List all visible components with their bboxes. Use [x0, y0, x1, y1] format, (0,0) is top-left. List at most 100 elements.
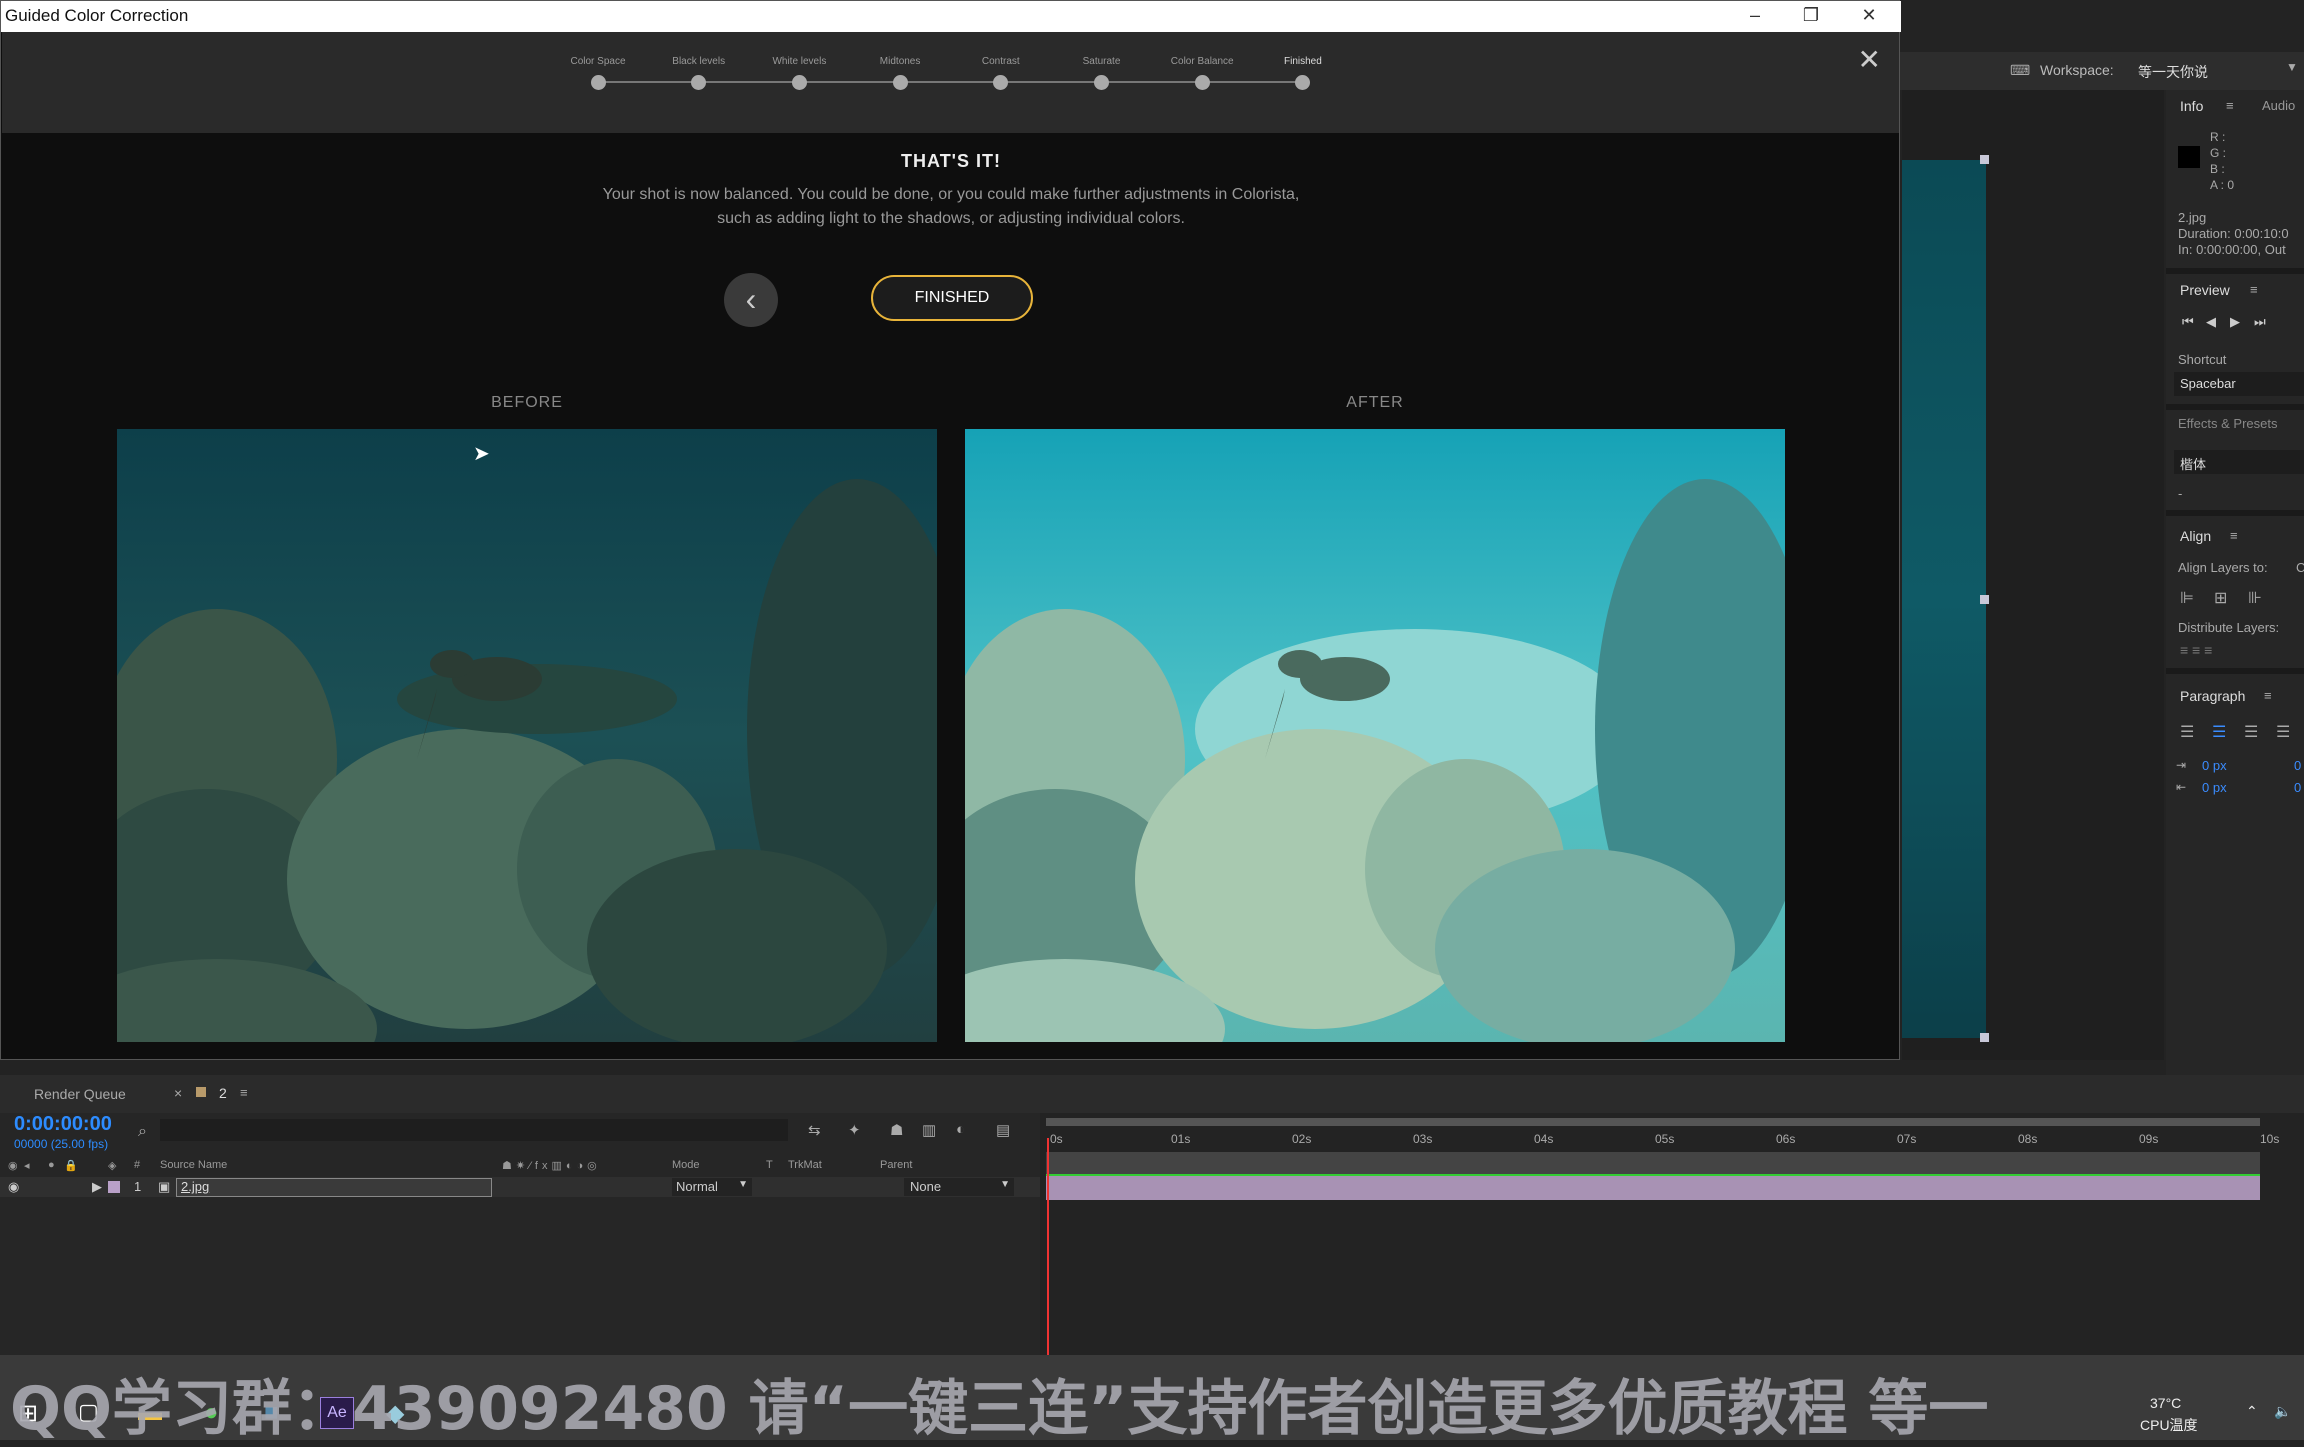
col-num: # [134, 1159, 141, 1171]
space-before-value[interactable]: 0 [2294, 758, 2301, 773]
step-contrast[interactable]: Contrast [951, 56, 1051, 90]
step-dot [791, 75, 807, 90]
shy-icon[interactable]: ☗ [890, 1121, 903, 1139]
eye-icon[interactable]: ◉ [8, 1159, 18, 1172]
first-frame-icon[interactable]: ⏮ [2182, 314, 2194, 330]
menu-icon[interactable]: ≡ [2230, 528, 2238, 543]
justify-right-icon[interactable]: ☰ [2244, 722, 2258, 742]
expand-icon[interactable]: ▶ [92, 1179, 102, 1195]
layer-row[interactable]: ◉ ▶ 1 ▣ 2.jpg Normal ▼ None ▼ [0, 1177, 1040, 1197]
step-label: Finished [1283, 56, 1322, 67]
label-icon[interactable]: ◈ [108, 1159, 116, 1172]
workspace-select[interactable]: 等一天你说 [2138, 62, 2208, 82]
transform-handle[interactable] [1980, 155, 1989, 164]
align-left-icon[interactable]: ⊫ [2180, 588, 2194, 608]
step-white-levels[interactable]: White levels [749, 56, 849, 90]
workspace-icon[interactable]: ⌨ [2010, 62, 2030, 79]
timecode[interactable]: 0:00:00:00 [14, 1113, 112, 1136]
step-black-levels[interactable]: Black levels [649, 56, 749, 90]
effects-title: Effects & Presets [2178, 416, 2278, 431]
solo-icon[interactable]: ● [48, 1159, 55, 1171]
align-center-icon[interactable]: ⊞ [2214, 588, 2227, 608]
guided-color-correction-dialog: Guided Color Correction – ❐ ✕ Color Spac… [0, 0, 1901, 1060]
next-frame-icon[interactable]: ⏭ [2254, 314, 2266, 330]
effects-search[interactable]: 楷体 [2174, 450, 2304, 474]
col-trkmat: TrkMat [788, 1159, 822, 1171]
comp-color-swatch [196, 1087, 206, 1097]
fps-readout: 00000 (25.00 fps) [14, 1137, 109, 1151]
maximize-icon[interactable]: ❐ [1791, 5, 1831, 26]
tab-info[interactable]: Info [2180, 98, 2203, 114]
distribute-icon[interactable]: ≡ ≡ ≡ [2180, 642, 2212, 658]
menu-icon[interactable]: ≡ [2264, 688, 2272, 703]
menu-icon[interactable]: ≡ [2226, 98, 2234, 113]
back-button[interactable]: ‹ [724, 273, 778, 327]
after-image [965, 429, 1785, 1042]
step-color-balance[interactable]: Color Balance [1152, 56, 1252, 90]
audio-icon[interactable]: ◂ [24, 1159, 30, 1172]
search-icon[interactable]: ⌕ [138, 1123, 147, 1141]
space-after-value[interactable]: 0 [2294, 780, 2301, 795]
menu-icon[interactable]: ≡ [2250, 282, 2258, 297]
layer-name-field[interactable]: 2.jpg [176, 1178, 492, 1197]
dialog-title: Guided Color Correction [5, 6, 189, 25]
effects-item[interactable]: - [2178, 486, 2182, 501]
play-icon[interactable]: ▶ [2230, 314, 2240, 330]
info-b: B : [2210, 162, 2225, 176]
parent-select[interactable]: None ▼ [904, 1178, 1014, 1196]
ruler-tick-label: 03s [1413, 1132, 1433, 1146]
layer-number: 1 [134, 1179, 142, 1194]
close-icon[interactable]: × [174, 1085, 182, 1101]
transform-handle[interactable] [1980, 1033, 1989, 1042]
ruler-tick-label: 01s [1171, 1132, 1191, 1146]
justify-all-icon[interactable]: ☰ [2276, 722, 2290, 742]
minimize-icon[interactable]: – [1735, 5, 1775, 26]
indent-left-value[interactable]: 0 px [2202, 758, 2227, 773]
step-dot [1094, 75, 1109, 90]
info-file: 2.jpg [2178, 210, 2207, 225]
color-swatch [2178, 146, 2200, 168]
mode-select[interactable]: Normal ▼ [672, 1178, 752, 1196]
tab-audio[interactable]: Audio [2262, 98, 2295, 113]
justify-left-icon[interactable]: ☰ [2180, 722, 2194, 742]
ruler-tick-label: 04s [1534, 1132, 1554, 1146]
info-a: A : 0 [2210, 178, 2235, 192]
shortcut-value: Spacebar [2180, 376, 2236, 391]
menu-icon[interactable]: ≡ [240, 1085, 248, 1100]
motion-blur-icon[interactable]: ◐ [956, 1121, 965, 1138]
layer-panel: 0:00:00:00 00000 (25.00 fps) ⌕ ⇆ ✦ ☗ ▥ ◐… [0, 1113, 1040, 1355]
prev-frame-icon[interactable]: ◀ [2206, 314, 2216, 330]
shortcut-label: Shortcut [2178, 352, 2227, 367]
work-area-bar[interactable] [1046, 1118, 2260, 1126]
close-window-icon[interactable]: ✕ [1849, 5, 1889, 26]
tab-comp[interactable]: 2 [219, 1085, 227, 1101]
description: Your shot is now balanced. You could be … [602, 186, 1300, 227]
lock-icon[interactable]: 🔒 [64, 1159, 78, 1172]
layer-search-input[interactable] [160, 1119, 788, 1141]
transform-handle[interactable] [1980, 595, 1989, 604]
current-time-indicator[interactable] [1047, 1138, 1049, 1358]
timeline-tabs: Render Queue × 2 ≡ [0, 1075, 2304, 1113]
step-saturate[interactable]: Saturate [1052, 56, 1152, 90]
draft-3d-icon[interactable]: ✦ [848, 1121, 861, 1139]
time-ruler-area[interactable] [1040, 1113, 2304, 1355]
step-midtones[interactable]: Midtones [850, 56, 950, 90]
col-source-name[interactable]: Source Name [160, 1159, 227, 1171]
layer-duration-bar[interactable] [1046, 1176, 2260, 1200]
align-to-value[interactable]: C [2296, 560, 2304, 575]
label-swatch[interactable] [108, 1181, 120, 1193]
align-right-icon[interactable]: ⊪ [2248, 588, 2262, 608]
frame-blend-icon[interactable]: ▥ [922, 1121, 936, 1139]
chevron-down-icon[interactable]: ▼ [2286, 60, 2298, 74]
visibility-icon[interactable]: ◉ [8, 1179, 19, 1195]
step-finished[interactable]: Finished [1253, 56, 1353, 90]
indent-first-value[interactable]: 0 px [2202, 780, 2227, 795]
close-icon[interactable]: ✕ [1858, 43, 1881, 76]
tab-render-queue[interactable]: Render Queue [34, 1086, 126, 1102]
shortcut-select[interactable]: Spacebar [2174, 372, 2304, 396]
graph-editor-icon[interactable]: ▤ [996, 1121, 1010, 1139]
comp-mini-flowchart-icon[interactable]: ⇆ [808, 1121, 821, 1139]
finished-button[interactable]: FINISHED [871, 275, 1033, 321]
step-color-space[interactable]: Color Space [548, 56, 648, 90]
justify-center-icon[interactable]: ☰ [2212, 722, 2226, 742]
